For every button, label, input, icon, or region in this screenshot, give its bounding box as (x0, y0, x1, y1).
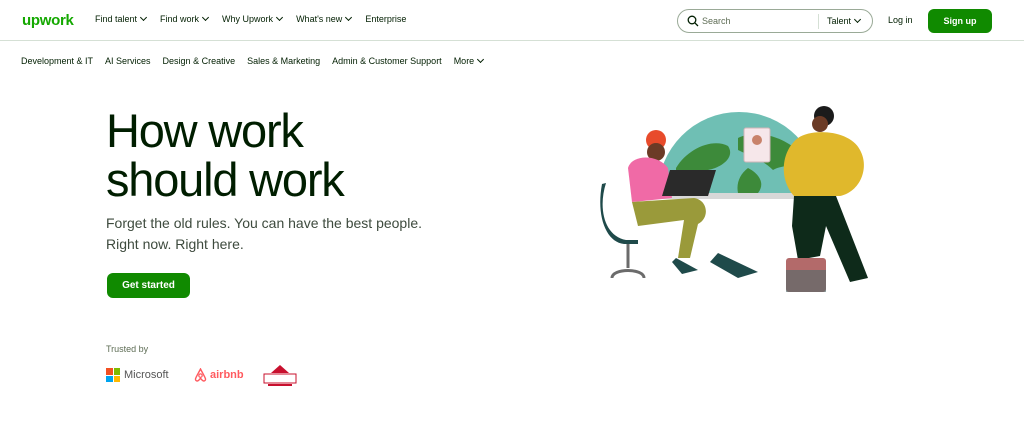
airbnb-belo-icon (194, 368, 207, 382)
microsoft-logo: Microsoft (106, 368, 169, 382)
bissell-logo (263, 365, 297, 386)
get-started-button[interactable]: Get started (107, 273, 190, 298)
nav-whats-new[interactable]: What's new (296, 13, 353, 24)
category-more[interactable]: More (453, 55, 485, 66)
chevron-down-icon (853, 15, 862, 24)
login-link[interactable]: Log in (888, 15, 913, 25)
airbnb-logo: airbnb (194, 368, 244, 382)
airbnb-logo-text: airbnb (210, 369, 244, 381)
search-icon (687, 15, 699, 27)
trusted-by-label: Trusted by (106, 344, 149, 354)
search-input[interactable]: Search (702, 16, 731, 26)
nav-why-upwork-label: Why Upwork (222, 14, 274, 24)
search-divider (818, 14, 819, 29)
nav-find-talent-label: Find talent (95, 14, 138, 24)
category-bar: Development & IT AI Services Design & Cr… (21, 55, 495, 66)
chevron-down-icon (345, 13, 353, 22)
category-ai-services[interactable]: AI Services (105, 56, 151, 66)
microsoft-logo-text: Microsoft (124, 369, 169, 381)
signup-button[interactable]: Sign up (928, 9, 992, 33)
nav-find-talent[interactable]: Find talent (95, 13, 148, 24)
top-navigation-bar: upwork Find talent Find work Why Upwork … (0, 0, 1024, 41)
category-design-creative[interactable]: Design & Creative (163, 56, 236, 66)
nav-find-work[interactable]: Find work (160, 13, 210, 24)
chevron-down-icon (139, 13, 148, 22)
microsoft-windows-icon (106, 368, 120, 382)
chevron-down-icon (202, 13, 210, 22)
category-more-label: More (453, 56, 475, 66)
hero-subtext-line2: Right now. Right here. (106, 236, 244, 252)
category-development-it[interactable]: Development & IT (21, 56, 93, 66)
main-nav: Find talent Find work Why Upwork What's … (95, 13, 420, 24)
upwork-logo[interactable]: upwork (22, 12, 74, 29)
hero-subtext-line1: Forget the old rules. You can have the b… (106, 215, 423, 231)
hero-headline-line1: How work (106, 104, 304, 157)
hero-headline: How work should work (106, 106, 436, 204)
chevron-down-icon (477, 55, 485, 64)
nav-find-work-label: Find work (160, 14, 200, 24)
search-scope-dropdown[interactable]: Talent (827, 15, 862, 26)
search-bar[interactable]: Search Talent (677, 9, 873, 33)
nav-why-upwork[interactable]: Why Upwork (222, 13, 284, 24)
hero-illustration (600, 106, 868, 292)
search-scope-label: Talent (827, 16, 852, 26)
nav-whats-new-label: What's new (296, 14, 343, 24)
chevron-down-icon (276, 13, 284, 22)
hero-subtext: Forget the old rules. You can have the b… (106, 213, 436, 255)
category-sales-marketing[interactable]: Sales & Marketing (247, 56, 320, 66)
nav-enterprise-label: Enterprise (365, 14, 407, 24)
nav-enterprise[interactable]: Enterprise (365, 14, 406, 24)
hero-headline-line2: should work (106, 153, 345, 206)
category-admin-support[interactable]: Admin & Customer Support (332, 56, 442, 66)
